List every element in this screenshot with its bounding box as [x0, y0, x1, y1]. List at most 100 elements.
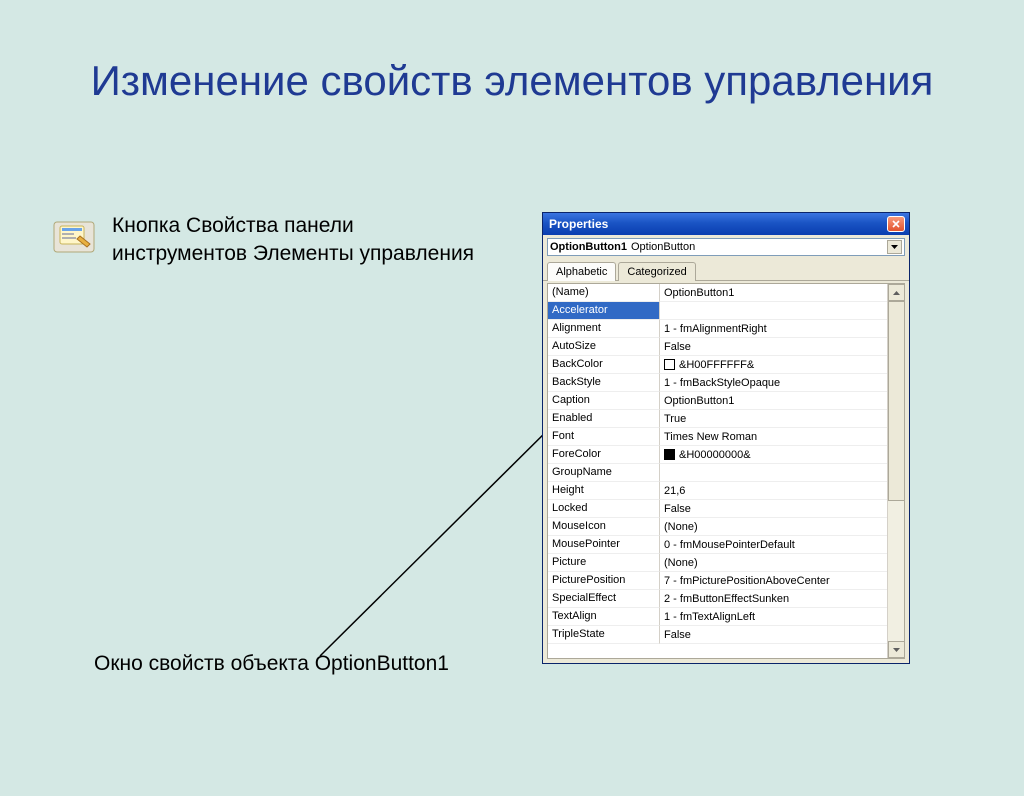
property-value[interactable]: False: [660, 338, 887, 356]
property-value-text: &H00FFFFFF&: [679, 359, 754, 371]
property-row[interactable]: MouseIcon (None): [548, 518, 887, 536]
property-value-text: (None): [664, 557, 698, 569]
property-name: Accelerator: [548, 302, 660, 320]
tabs-row: Alphabetic Categorized: [543, 259, 909, 281]
property-value-text: True: [664, 413, 686, 425]
property-name: ForeColor: [548, 446, 660, 464]
property-value[interactable]: 1 - fmBackStyleOpaque: [660, 374, 887, 392]
property-value[interactable]: 21,6: [660, 482, 887, 500]
chevron-down-icon[interactable]: [887, 240, 902, 254]
caption-text: Окно свойств объекта OptionButton1: [94, 652, 449, 676]
property-value-text: 1 - fmBackStyleOpaque: [664, 377, 780, 389]
property-name: Font: [548, 428, 660, 446]
tab-categorized[interactable]: Categorized: [618, 262, 695, 281]
property-value[interactable]: 0 - fmMousePointerDefault: [660, 536, 887, 554]
property-row[interactable]: BackStyle 1 - fmBackStyleOpaque: [548, 374, 887, 392]
property-value[interactable]: 7 - fmPicturePositionAboveCenter: [660, 572, 887, 590]
property-value[interactable]: &H00000000&: [660, 446, 887, 464]
property-name: TripleState: [548, 626, 660, 644]
property-row[interactable]: Enabled True: [548, 410, 887, 428]
tab-alphabetic[interactable]: Alphabetic: [547, 262, 616, 281]
property-value[interactable]: [660, 464, 887, 482]
property-row[interactable]: SpecialEffect 2 - fmButtonEffectSunken: [548, 590, 887, 608]
close-icon[interactable]: [887, 216, 905, 232]
property-value[interactable]: (None): [660, 554, 887, 572]
property-row[interactable]: MousePointer 0 - fmMousePointerDefault: [548, 536, 887, 554]
property-value[interactable]: [660, 302, 887, 320]
property-value-text: 1 - fmAlignmentRight: [664, 323, 767, 335]
property-name: MouseIcon: [548, 518, 660, 536]
property-row[interactable]: TextAlign 1 - fmTextAlignLeft: [548, 608, 887, 626]
property-name: AutoSize: [548, 338, 660, 356]
property-value[interactable]: False: [660, 626, 887, 644]
property-value[interactable]: False: [660, 500, 887, 518]
property-row[interactable]: (Name) OptionButton1: [548, 284, 887, 302]
property-value[interactable]: (None): [660, 518, 887, 536]
scroll-up-icon[interactable]: [888, 284, 905, 301]
property-name: PicturePosition: [548, 572, 660, 590]
property-value[interactable]: OptionButton1: [660, 284, 887, 302]
property-name: Enabled: [548, 410, 660, 428]
properties-toolbar-icon: [52, 216, 96, 256]
property-value-text: False: [664, 341, 691, 353]
slide-title: Изменение свойств элементов управления: [0, 28, 1024, 106]
property-value-text: 2 - fmButtonEffectSunken: [664, 593, 789, 605]
property-value-text: 0 - fmMousePointerDefault: [664, 539, 795, 551]
property-name: (Name): [548, 284, 660, 302]
property-name: GroupName: [548, 464, 660, 482]
color-swatch: [664, 449, 675, 460]
property-row[interactable]: Picture (None): [548, 554, 887, 572]
property-row[interactable]: AutoSize False: [548, 338, 887, 356]
property-row[interactable]: GroupName: [548, 464, 887, 482]
property-row[interactable]: Font Times New Roman: [548, 428, 887, 446]
property-row[interactable]: Locked False: [548, 500, 887, 518]
property-row[interactable]: PicturePosition 7 - fmPicturePositionAbov…: [548, 572, 887, 590]
properties-title-text: Properties: [549, 217, 608, 231]
property-row[interactable]: Accelerator: [548, 302, 887, 320]
object-selector[interactable]: OptionButton1 OptionButton: [547, 238, 905, 256]
object-name: OptionButton1: [550, 241, 627, 253]
property-name: Picture: [548, 554, 660, 572]
property-row[interactable]: Height 21,6: [548, 482, 887, 500]
property-row[interactable]: BackColor&H00FFFFFF&: [548, 356, 887, 374]
property-row[interactable]: Caption OptionButton1: [548, 392, 887, 410]
scroll-thumb[interactable]: [888, 301, 905, 501]
property-name: Caption: [548, 392, 660, 410]
property-value[interactable]: 2 - fmButtonEffectSunken: [660, 590, 887, 608]
property-value-text: Times New Roman: [664, 431, 757, 443]
description-text: Кнопка Свойства панели инструментов Элем…: [112, 212, 482, 269]
property-value-text: OptionButton1: [664, 395, 734, 407]
property-value-text: &H00000000&: [679, 449, 751, 461]
property-row[interactable]: ForeColor&H00000000&: [548, 446, 887, 464]
property-value-text: OptionButton1: [664, 287, 734, 299]
property-value[interactable]: Times New Roman: [660, 428, 887, 446]
properties-titlebar[interactable]: Properties: [543, 213, 909, 235]
color-swatch: [664, 359, 675, 370]
property-value[interactable]: True: [660, 410, 887, 428]
property-row[interactable]: TripleState False: [548, 626, 887, 644]
scroll-down-icon[interactable]: [888, 641, 905, 658]
property-name: BackColor: [548, 356, 660, 374]
property-name: TextAlign: [548, 608, 660, 626]
property-value[interactable]: 1 - fmAlignmentRight: [660, 320, 887, 338]
property-row[interactable]: Alignment 1 - fmAlignmentRight: [548, 320, 887, 338]
pointer-arrow: [314, 410, 568, 662]
property-value-text: 1 - fmTextAlignLeft: [664, 611, 755, 623]
property-value-text: 21,6: [664, 485, 685, 497]
property-name: BackStyle: [548, 374, 660, 392]
property-value-text: False: [664, 629, 691, 641]
property-name: Locked: [548, 500, 660, 518]
scrollbar[interactable]: [887, 284, 904, 658]
property-value[interactable]: &H00FFFFFF&: [660, 356, 887, 374]
object-type: OptionButton: [631, 241, 695, 253]
property-name: SpecialEffect: [548, 590, 660, 608]
property-name: Height: [548, 482, 660, 500]
property-value[interactable]: OptionButton1: [660, 392, 887, 410]
properties-grid[interactable]: (Name) OptionButton1 AcceleratorAlignment 1…: [548, 284, 887, 658]
property-name: MousePointer: [548, 536, 660, 554]
property-value-text: (None): [664, 521, 698, 533]
property-value[interactable]: 1 - fmTextAlignLeft: [660, 608, 887, 626]
property-name: Alignment: [548, 320, 660, 338]
property-value-text: False: [664, 503, 691, 515]
property-value-text: 7 - fmPicturePositionAboveCenter: [664, 575, 830, 587]
